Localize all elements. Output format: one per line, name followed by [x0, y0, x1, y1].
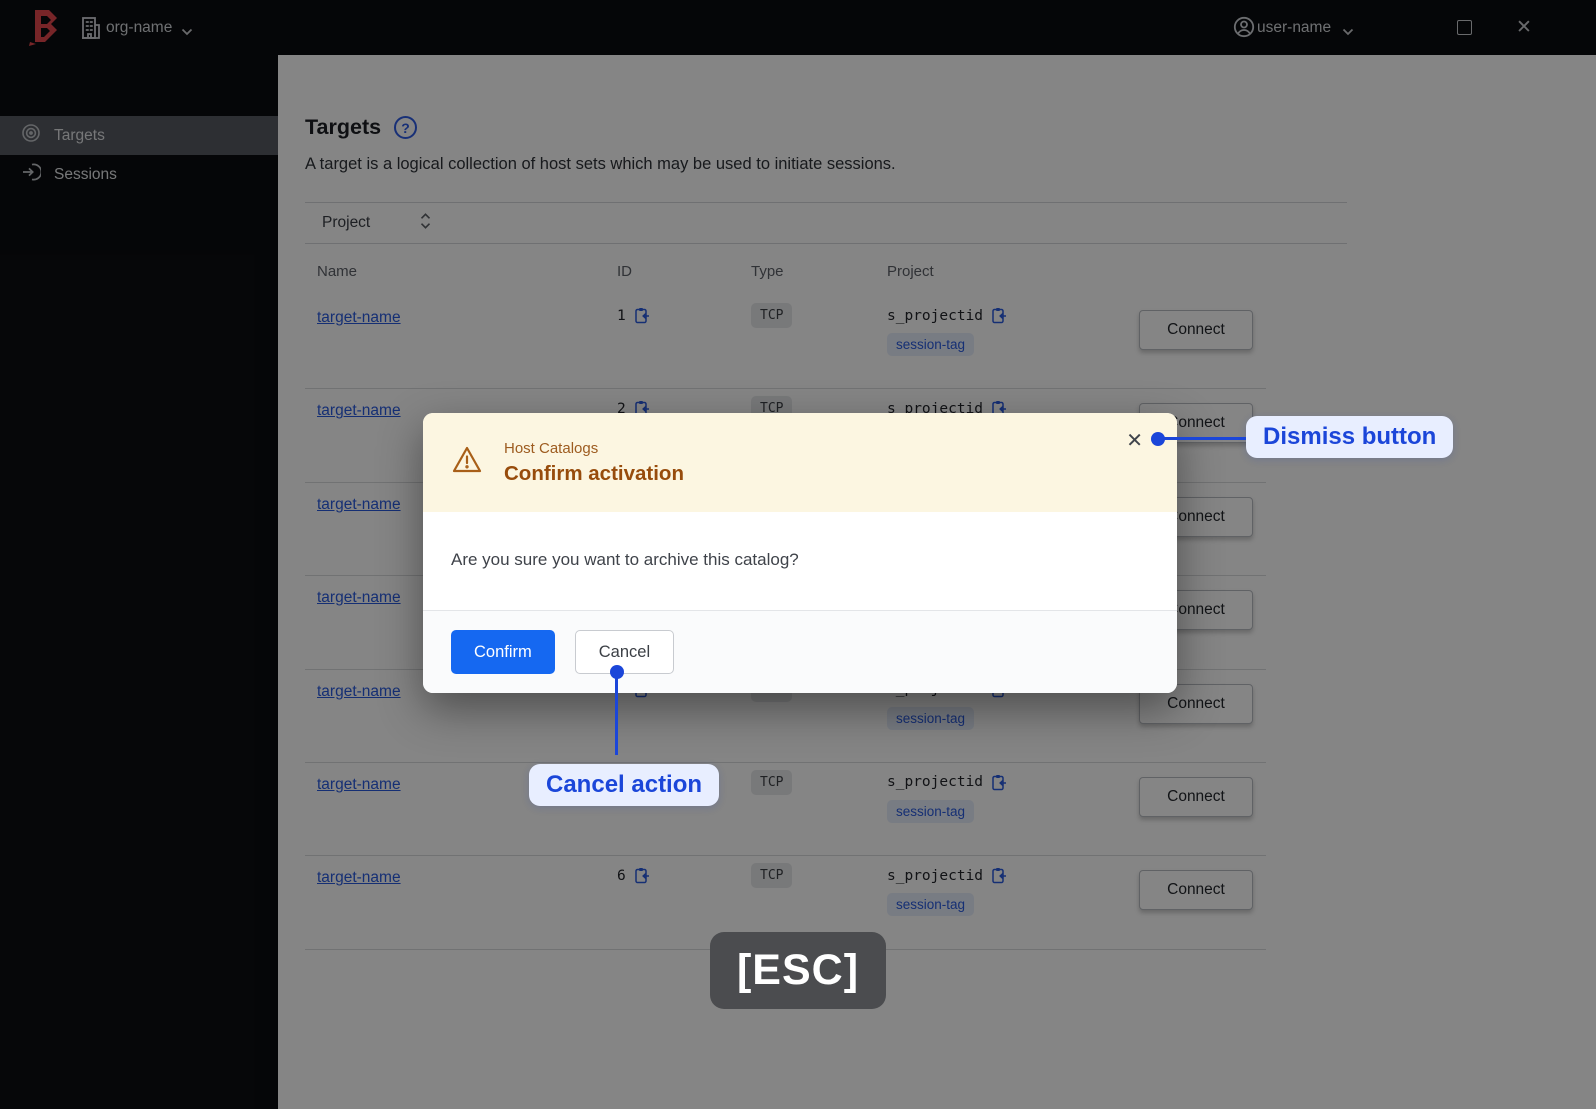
esc-key-badge: [ESC]	[710, 932, 886, 1009]
annotation-cancel-line	[615, 677, 618, 755]
modal-title: Confirm activation	[504, 461, 684, 485]
annotation-dismiss-label: Dismiss button	[1246, 416, 1454, 458]
warning-icon	[451, 445, 483, 480]
modal-footer: Confirm Cancel	[423, 610, 1177, 693]
modal-message: Are you sure you want to archive this ca…	[451, 550, 799, 569]
modal-header: Host Catalogs Confirm activation ✕	[423, 413, 1177, 512]
annotation-cancel-label: Cancel action	[529, 764, 720, 806]
annotation-dismiss-line	[1163, 437, 1246, 440]
cancel-button[interactable]: Cancel	[574, 630, 675, 674]
app-window: org-name user-name ✕ Targets Sessions Ta…	[0, 0, 1596, 1109]
confirm-button[interactable]: Confirm	[451, 630, 555, 674]
modal-header-text: Host Catalogs Confirm activation	[504, 440, 684, 486]
modal-close-button[interactable]: ✕	[1120, 427, 1149, 454]
confirm-modal: Host Catalogs Confirm activation ✕ Are y…	[423, 413, 1177, 693]
modal-eyebrow: Host Catalogs	[504, 439, 599, 457]
